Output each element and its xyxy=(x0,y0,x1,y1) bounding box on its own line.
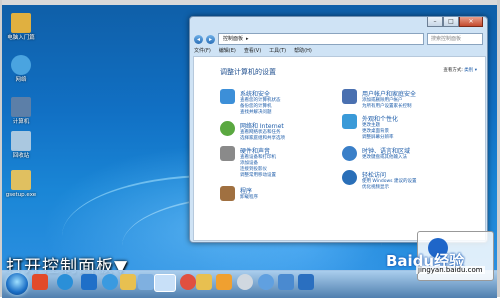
folder-icon xyxy=(11,13,31,33)
desktop-icon-label: 电脑入门篇 xyxy=(7,35,35,41)
category-link[interactable]: 查找并解决问题 xyxy=(240,109,272,115)
category-link[interactable]: 更改键盘或其他输入法 xyxy=(362,154,407,160)
back-button[interactable]: ◂ xyxy=(194,34,203,44)
computer-icon xyxy=(11,97,31,117)
desktop-icon-label: gsetup.exe xyxy=(5,192,37,198)
shield-icon xyxy=(220,89,235,104)
address-row: ◂ ▸ 控制面板 ▸ 搜索控制面板 xyxy=(194,33,483,45)
folder-icon[interactable] xyxy=(120,274,136,290)
media-icon[interactable] xyxy=(216,274,232,290)
window-controls: – □ ✕ xyxy=(427,17,483,27)
category-user-accounts: 用户帐户和家庭安全 添加或删除用户帐户 为所有用户设置家长控制 xyxy=(342,89,462,111)
address-bar[interactable]: 控制面板 ▸ xyxy=(218,33,424,45)
users-icon xyxy=(342,89,357,104)
menu-help[interactable]: 帮助(H) xyxy=(294,47,312,55)
watermark-url: jingyan.baidu.com xyxy=(416,266,485,274)
printer-icon xyxy=(220,146,235,161)
category-link[interactable]: 调整常用移动设置 xyxy=(240,172,276,178)
window-icon[interactable] xyxy=(138,274,154,290)
category-link[interactable]: 调整屏幕分辨率 xyxy=(362,134,394,140)
category-system-security: 系统和安全 查看您的计算机状态 备份您的计算机 查找并解决问题 xyxy=(220,89,340,119)
desktop-icon-computer[interactable]: 计算机 xyxy=(4,97,38,126)
search-input[interactable]: 搜索控制面板 xyxy=(427,33,483,45)
menu-file[interactable]: 文件(F) xyxy=(194,47,211,55)
app-icon[interactable] xyxy=(102,274,118,290)
network-globe-icon xyxy=(220,121,235,136)
breadcrumb-chevron-icon[interactable]: ▸ xyxy=(246,34,249,44)
view-by: 查看方式: 类别 ▾ xyxy=(443,67,477,73)
category-link[interactable]: 为所有用户设置家长控制 xyxy=(362,103,412,109)
app4-icon[interactable] xyxy=(258,274,274,290)
control-panel-content: 调整计算机的设置 查看方式: 类别 ▾ 系统和安全 查看您的计算机状态 备份您的… xyxy=(193,56,486,241)
desktop-icon-beginner[interactable]: 电脑入门篇 xyxy=(4,13,38,42)
close-button[interactable]: ✕ xyxy=(459,17,483,27)
explorer-icon[interactable] xyxy=(196,274,212,290)
category-link[interactable]: 优化视频显示 xyxy=(362,184,389,190)
menu-tools[interactable]: 工具(T) xyxy=(269,47,286,55)
maximize-button[interactable]: □ xyxy=(443,17,459,27)
recycle-bin-icon xyxy=(11,131,31,151)
network-icon xyxy=(11,55,31,75)
programs-icon xyxy=(220,186,235,201)
category-ease-of-access: 轻松访问 使用 Windows 建议的设置 优化视频显示 xyxy=(342,170,462,192)
page-title: 调整计算机的设置 xyxy=(220,68,276,76)
control-panel-icon[interactable] xyxy=(154,274,176,292)
accessibility-icon xyxy=(342,170,357,185)
app3-icon[interactable] xyxy=(237,274,253,290)
start-button[interactable] xyxy=(6,273,28,295)
ie-icon[interactable] xyxy=(32,274,48,290)
monitor-icon xyxy=(342,114,357,129)
category-hardware-sound: 硬件和声音 查看设备和打印机 添加设备 连接到投影仪 调整常用移动设置 xyxy=(220,146,340,182)
desktop-icon-network[interactable]: 网络 xyxy=(4,55,38,84)
category-link[interactable]: 卸载程序 xyxy=(240,194,258,200)
minimize-button[interactable]: – xyxy=(427,17,443,27)
clock-globe-icon xyxy=(342,146,357,161)
desktop-icon-label: 网络 xyxy=(15,77,27,83)
control-panel-window: – □ ✕ ◂ ▸ 控制面板 ▸ 搜索控制面板 文件(F) 编辑(E) 查看(V… xyxy=(189,16,488,243)
category-link[interactable]: 选择家庭组和共享选项 xyxy=(240,135,285,141)
view-by-dropdown[interactable]: 类别 ▾ xyxy=(464,68,477,73)
desktop-icon-recycle-bin[interactable]: 回收站 xyxy=(4,131,38,160)
view-by-label: 查看方式: xyxy=(443,68,463,73)
desktop-icon-label: 回收站 xyxy=(12,153,30,159)
category-clock-language: 时钟、语言和区域 更改键盘或其他输入法 xyxy=(342,146,462,162)
category-appearance: 外观和个性化 更改主题 更改桌面背景 调整屏幕分辨率 xyxy=(342,114,462,142)
desktop-icon-label: 计算机 xyxy=(12,119,30,125)
category-network-internet: 网络和 Internet 查看网络状态和任务 选择家庭组和共享选项 xyxy=(220,121,340,145)
browser-icon[interactable] xyxy=(57,274,73,290)
menu-edit[interactable]: 编辑(E) xyxy=(219,47,236,55)
menu-bar: 文件(F) 编辑(E) 查看(V) 工具(T) 帮助(H) xyxy=(194,47,312,55)
desktop-icon-gsetup[interactable]: gsetup.exe xyxy=(4,170,38,199)
title-bar[interactable]: – □ ✕ xyxy=(190,17,487,31)
app6-icon[interactable] xyxy=(298,274,314,290)
app2-icon[interactable] xyxy=(180,274,196,290)
menu-view[interactable]: 查看(V) xyxy=(244,47,261,55)
forward-button[interactable]: ▸ xyxy=(206,34,215,44)
ie-blue-icon[interactable] xyxy=(81,274,97,290)
app5-icon[interactable] xyxy=(278,274,294,290)
breadcrumb[interactable]: 控制面板 xyxy=(223,34,243,44)
installer-icon xyxy=(11,170,31,190)
category-programs: 程序 卸载程序 xyxy=(220,186,340,202)
